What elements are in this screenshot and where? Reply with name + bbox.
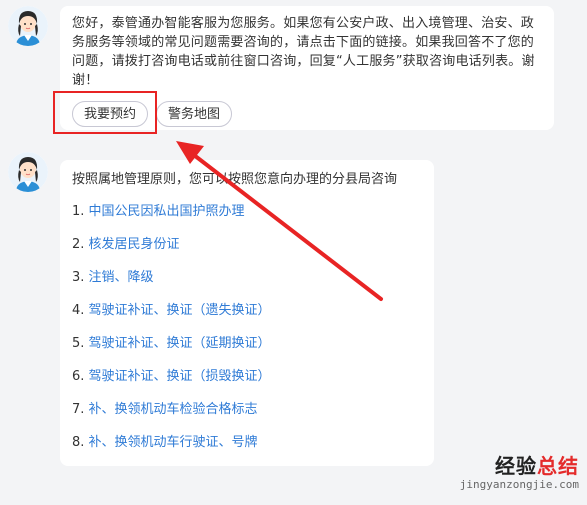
agent-avatar-icon	[8, 6, 48, 46]
service-link-list: 1. 中国公民因私出国护照办理 2. 核发居民身份证 3. 注销、降级 4. 驾…	[72, 202, 271, 466]
service-link[interactable]: 补、换领机动车检验合格标志	[89, 402, 258, 417]
list-item[interactable]: 8. 补、换领机动车行驶证、号牌	[72, 433, 271, 466]
agent-avatar-icon	[8, 152, 48, 192]
service-link[interactable]: 驾驶证补证、换证（延期换证）	[89, 336, 271, 351]
service-link[interactable]: 中国公民因私出国护照办理	[89, 204, 245, 219]
list-item[interactable]: 6. 驾驶证补证、换证（损毁换证）	[72, 367, 271, 400]
watermark: 经验总结 jingyanzongjie.com	[460, 455, 579, 493]
list-item[interactable]: 4. 驾驶证补证、换证（遗失换证）	[72, 301, 271, 334]
list-item[interactable]: 3. 注销、降级	[72, 268, 271, 301]
service-link[interactable]: 驾驶证补证、换证（遗失换证）	[89, 303, 271, 318]
annotation-highlight-box	[53, 91, 157, 134]
agent-link-list-bubble: 按照属地管理原则，您可以按照您意向办理的分县局咨询 1. 中国公民因私出国护照办…	[60, 160, 434, 466]
agent-message-text: 您好，泰管通办智能客服为您服务。如果您有公安户政、出入境管理、治安、政务服务等领…	[72, 16, 535, 88]
service-link[interactable]: 核发居民身份证	[89, 237, 180, 252]
service-link[interactable]: 驾驶证补证、换证（损毁换证）	[89, 369, 271, 384]
service-link[interactable]: 注销、降级	[89, 270, 154, 285]
watermark-title: 经验总结	[495, 454, 579, 478]
list-item[interactable]: 7. 补、换领机动车检验合格标志	[72, 400, 271, 433]
service-link[interactable]: 补、换领机动车行驶证、号牌	[89, 435, 258, 450]
list-item[interactable]: 5. 驾驶证补证、换证（延期换证）	[72, 334, 271, 367]
link-list-intro: 按照属地管理原则，您可以按照您意向办理的分县局咨询	[72, 172, 398, 187]
list-item[interactable]: 2. 核发居民身份证	[72, 235, 271, 268]
police-map-button[interactable]: 警务地图	[156, 101, 233, 127]
list-item[interactable]: 1. 中国公民因私出国护照办理	[72, 202, 271, 235]
watermark-url: jingyanzongjie.com	[459, 478, 579, 491]
